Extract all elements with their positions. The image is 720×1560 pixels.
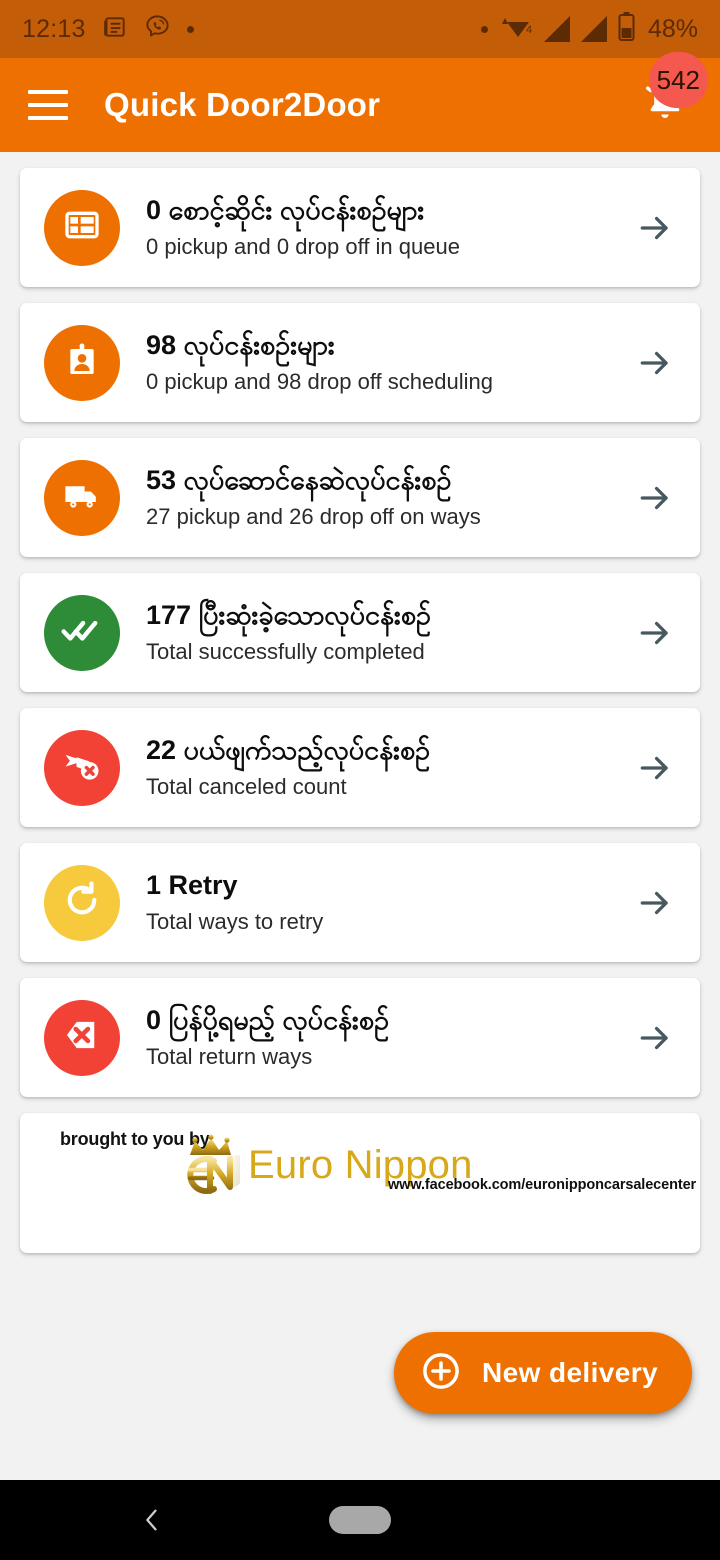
card-subtitle: 0 pickup and 98 drop off scheduling bbox=[146, 369, 493, 395]
arrow-right-icon[interactable] bbox=[632, 340, 678, 386]
wifi-icon: 4 bbox=[499, 15, 533, 43]
card-title: 0 ပြန်ပို့ရမည့် လုပ်ငန်းစဉ် bbox=[146, 1005, 390, 1036]
app-bar: Quick Door2Door 542 bbox=[0, 52, 720, 152]
battery-percent: 48% bbox=[647, 14, 698, 43]
id-badge-icon bbox=[62, 340, 102, 385]
card-subtitle: 27 pickup and 26 drop off on ways bbox=[146, 504, 481, 530]
arrow-right-icon[interactable] bbox=[632, 475, 678, 521]
card-text: 0 ပြန်ပို့ရမည့် လုပ်ငန်းစဉ် Total return… bbox=[146, 1004, 632, 1070]
notification-badge: 542 bbox=[648, 52, 708, 108]
send-cancel-icon bbox=[60, 743, 104, 792]
status-bar: 12:13 4 48% bbox=[0, 0, 720, 58]
card-scheduling[interactable]: 98 လုပ်ငန်းစဉ်းများ 0 pickup and 98 drop… bbox=[20, 303, 700, 422]
card-text: 53 လုပ်ဆောင်နေဆဲလုပ်ငန်းစဉ် 27 pickup an… bbox=[146, 464, 632, 530]
card-text: 1 Retry Total ways to retry bbox=[146, 869, 632, 935]
news-icon bbox=[102, 14, 128, 45]
arrow-right-icon[interactable] bbox=[632, 880, 678, 926]
card-text: 98 လုပ်ငန်းစဉ်းများ 0 pickup and 98 drop… bbox=[146, 329, 632, 395]
dashboard-content: 0 စောင့်ဆိုင်း လုပ်ငန်းစဉ်များ 0 pickup … bbox=[0, 152, 720, 1480]
notification-button[interactable]: 542 bbox=[636, 52, 708, 134]
card-completed[interactable]: 177 ပြီးဆုံးခဲ့သောလုပ်ငန်းစဉ် Total succ… bbox=[20, 573, 700, 692]
card-icon-wrapper bbox=[44, 999, 120, 1076]
card-queue[interactable]: 0 စောင့်ဆိုင်း လုပ်ငန်းစဉ်များ 0 pickup … bbox=[20, 168, 700, 287]
signal-icon bbox=[580, 16, 607, 42]
card-icon-wrapper bbox=[44, 729, 120, 806]
system-nav-bar bbox=[0, 1480, 720, 1560]
card-retry[interactable]: 1 Retry Total ways to retry bbox=[20, 843, 700, 962]
card-title: 53 လုပ်ဆောင်နေဆဲလုပ်ငန်းစဉ် bbox=[146, 465, 452, 496]
card-title: 0 စောင့်ဆိုင်း လုပ်ငန်းစဉ်များ bbox=[146, 195, 425, 226]
battery-icon bbox=[618, 12, 635, 46]
card-subtitle: Total ways to retry bbox=[146, 909, 324, 935]
arrow-right-icon[interactable] bbox=[632, 1015, 678, 1061]
card-icon-wrapper bbox=[44, 189, 120, 266]
sponsor-banner[interactable]: brought to you by Euro Nippon www.facebo… bbox=[20, 1113, 700, 1253]
card-on-ways[interactable]: 53 လုပ်ဆောင်နေဆဲလုပ်ငန်းစဉ် 27 pickup an… bbox=[20, 438, 700, 557]
card-icon-wrapper bbox=[44, 864, 120, 941]
card-title: 22 ပယ်ဖျက်သည့်လုပ်ငန်းစဉ် bbox=[146, 735, 431, 766]
status-bar-right: 4 48% bbox=[480, 12, 698, 46]
home-pill-icon[interactable] bbox=[329, 1506, 391, 1534]
card-subtitle: Total canceled count bbox=[146, 774, 347, 800]
double-check-icon bbox=[60, 608, 104, 657]
new-delivery-label: New delivery bbox=[482, 1357, 658, 1388]
card-title: 98 လုပ်ငန်းစဉ်းများ bbox=[146, 330, 335, 361]
app-screen: 12:13 4 48% Quick Door2Door 542 0 စောင့်… bbox=[0, 0, 720, 1560]
card-title: 1 Retry bbox=[146, 870, 238, 901]
list-icon bbox=[62, 205, 102, 250]
card-canceled[interactable]: 22 ပယ်ဖျက်သည့်လုပ်ငန်းစဉ် Total canceled… bbox=[20, 708, 700, 827]
status-dot-icon bbox=[480, 25, 488, 33]
signal-icon bbox=[543, 16, 570, 42]
arrow-right-icon[interactable] bbox=[632, 610, 678, 656]
arrow-right-icon[interactable] bbox=[632, 205, 678, 251]
card-text: 0 စောင့်ဆိုင်း လုပ်ငန်းစဉ်များ 0 pickup … bbox=[146, 194, 632, 260]
page-title: Quick Door2Door bbox=[104, 86, 381, 123]
status-bar-left: 12:13 bbox=[22, 13, 194, 45]
retry-icon bbox=[61, 879, 103, 926]
card-title: 177 ပြီးဆုံးခဲ့သောလုပ်ငန်းစဉ် bbox=[146, 600, 431, 631]
card-subtitle: Total return ways bbox=[146, 1044, 313, 1070]
card-text: 22 ပယ်ဖျက်သည့်လုပ်ငန်းစဉ် Total canceled… bbox=[146, 734, 632, 800]
card-text: 177 ပြီးဆုံးခဲ့သောလုပ်ငန်းစဉ် Total succ… bbox=[146, 599, 632, 665]
svg-text:4: 4 bbox=[526, 24, 532, 36]
card-return[interactable]: 0 ပြန်ပို့ရမည့် လုပ်ငန်းစဉ် Total return… bbox=[20, 978, 700, 1097]
new-delivery-button[interactable]: New delivery bbox=[394, 1332, 692, 1414]
notification-dot-icon bbox=[186, 25, 194, 33]
truck-icon bbox=[61, 474, 103, 521]
back-chevron-icon[interactable] bbox=[130, 1498, 174, 1542]
card-icon-wrapper bbox=[44, 324, 120, 401]
card-icon-wrapper bbox=[44, 594, 120, 671]
plus-circle-icon bbox=[420, 1350, 462, 1397]
banner-url[interactable]: www.facebook.com/euronipponcarsalecenter bbox=[388, 1177, 696, 1193]
card-subtitle: 0 pickup and 0 drop off in queue bbox=[146, 234, 460, 260]
return-cancel-icon bbox=[61, 1014, 103, 1061]
hamburger-menu-icon[interactable] bbox=[28, 90, 68, 120]
arrow-right-icon[interactable] bbox=[632, 745, 678, 791]
card-icon-wrapper bbox=[44, 459, 120, 536]
status-time: 12:13 bbox=[22, 14, 86, 43]
card-subtitle: Total successfully completed bbox=[146, 639, 425, 665]
viber-icon bbox=[144, 13, 171, 45]
